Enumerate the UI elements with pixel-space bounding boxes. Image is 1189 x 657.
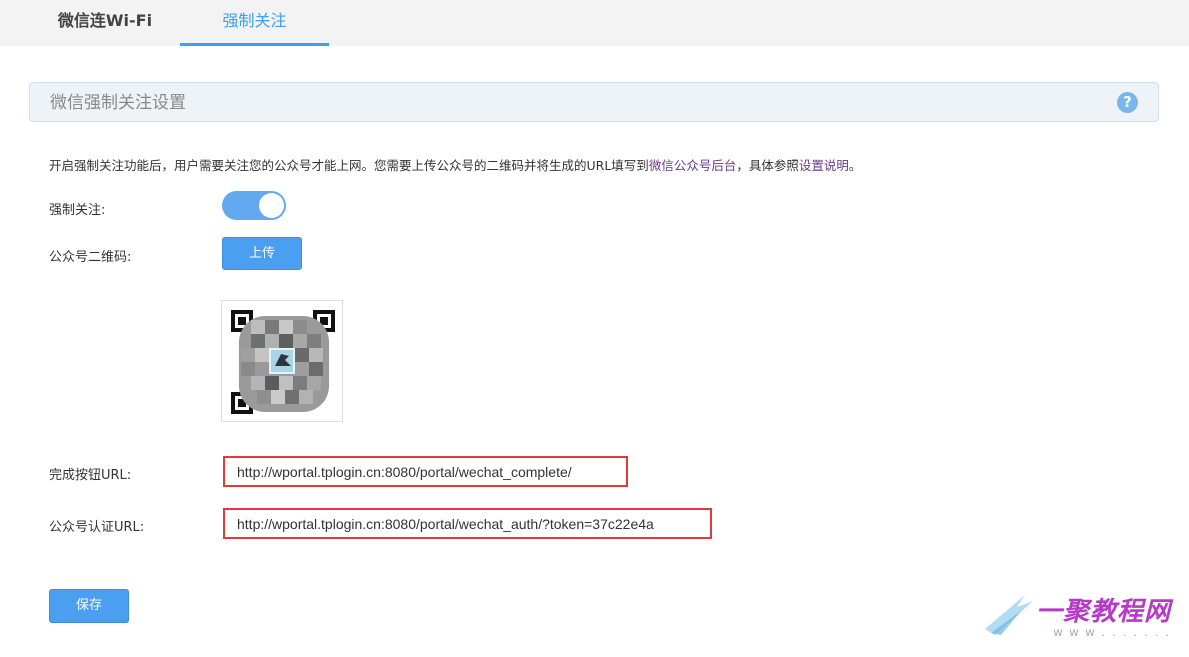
tab-wechat-wifi[interactable]: 微信连Wi-Fi bbox=[30, 0, 180, 46]
section-title: 微信强制关注设置 bbox=[50, 93, 186, 113]
auth-url-label: 公众号认证URL: bbox=[49, 520, 145, 535]
top-tab-bar: 微信连Wi-Fi 强制关注 bbox=[0, 0, 1189, 46]
qr-code-preview bbox=[221, 300, 343, 422]
qr-code-image bbox=[231, 310, 335, 414]
tab-force-follow[interactable]: 强制关注 bbox=[180, 0, 329, 46]
force-follow-label: 强制关注: bbox=[49, 203, 106, 218]
watermark-subtext: w w w . . . . . . . bbox=[1053, 625, 1171, 639]
description-part-3: 。 bbox=[848, 158, 862, 173]
complete-url-field[interactable]: http://wportal.tplogin.cn:8080/portal/we… bbox=[223, 456, 628, 487]
section-header: 微信强制关注设置 ? bbox=[29, 82, 1159, 122]
help-icon[interactable]: ? bbox=[1117, 92, 1138, 113]
save-button[interactable]: 保存 bbox=[49, 589, 129, 623]
description-text: 开启强制关注功能后，用户需要关注您的公众号才能上网。您需要上传公众号的二维码并将… bbox=[49, 155, 861, 174]
description-part-1: 开启强制关注功能后，用户需要关注您的公众号才能上网。您需要上传公众号的二维码并将… bbox=[49, 158, 649, 173]
complete-url-label: 完成按钮URL: bbox=[49, 468, 132, 483]
auth-url-field[interactable]: http://wportal.tplogin.cn:8080/portal/we… bbox=[223, 508, 712, 539]
watermark-logo-icon bbox=[985, 595, 1033, 635]
setup-guide-link[interactable]: 设置说明 bbox=[799, 158, 849, 173]
qr-code-label: 公众号二维码: bbox=[49, 250, 132, 265]
toggle-knob bbox=[259, 193, 284, 218]
watermark: 一聚教程网 w w w . . . . . . . bbox=[981, 589, 1181, 649]
wechat-backend-link[interactable]: 微信公众号后台 bbox=[649, 158, 737, 173]
force-follow-toggle[interactable] bbox=[222, 191, 286, 220]
upload-button[interactable]: 上传 bbox=[222, 237, 302, 270]
watermark-text: 一聚教程网 bbox=[1035, 597, 1171, 627]
description-part-2: ，具体参照 bbox=[736, 158, 799, 173]
